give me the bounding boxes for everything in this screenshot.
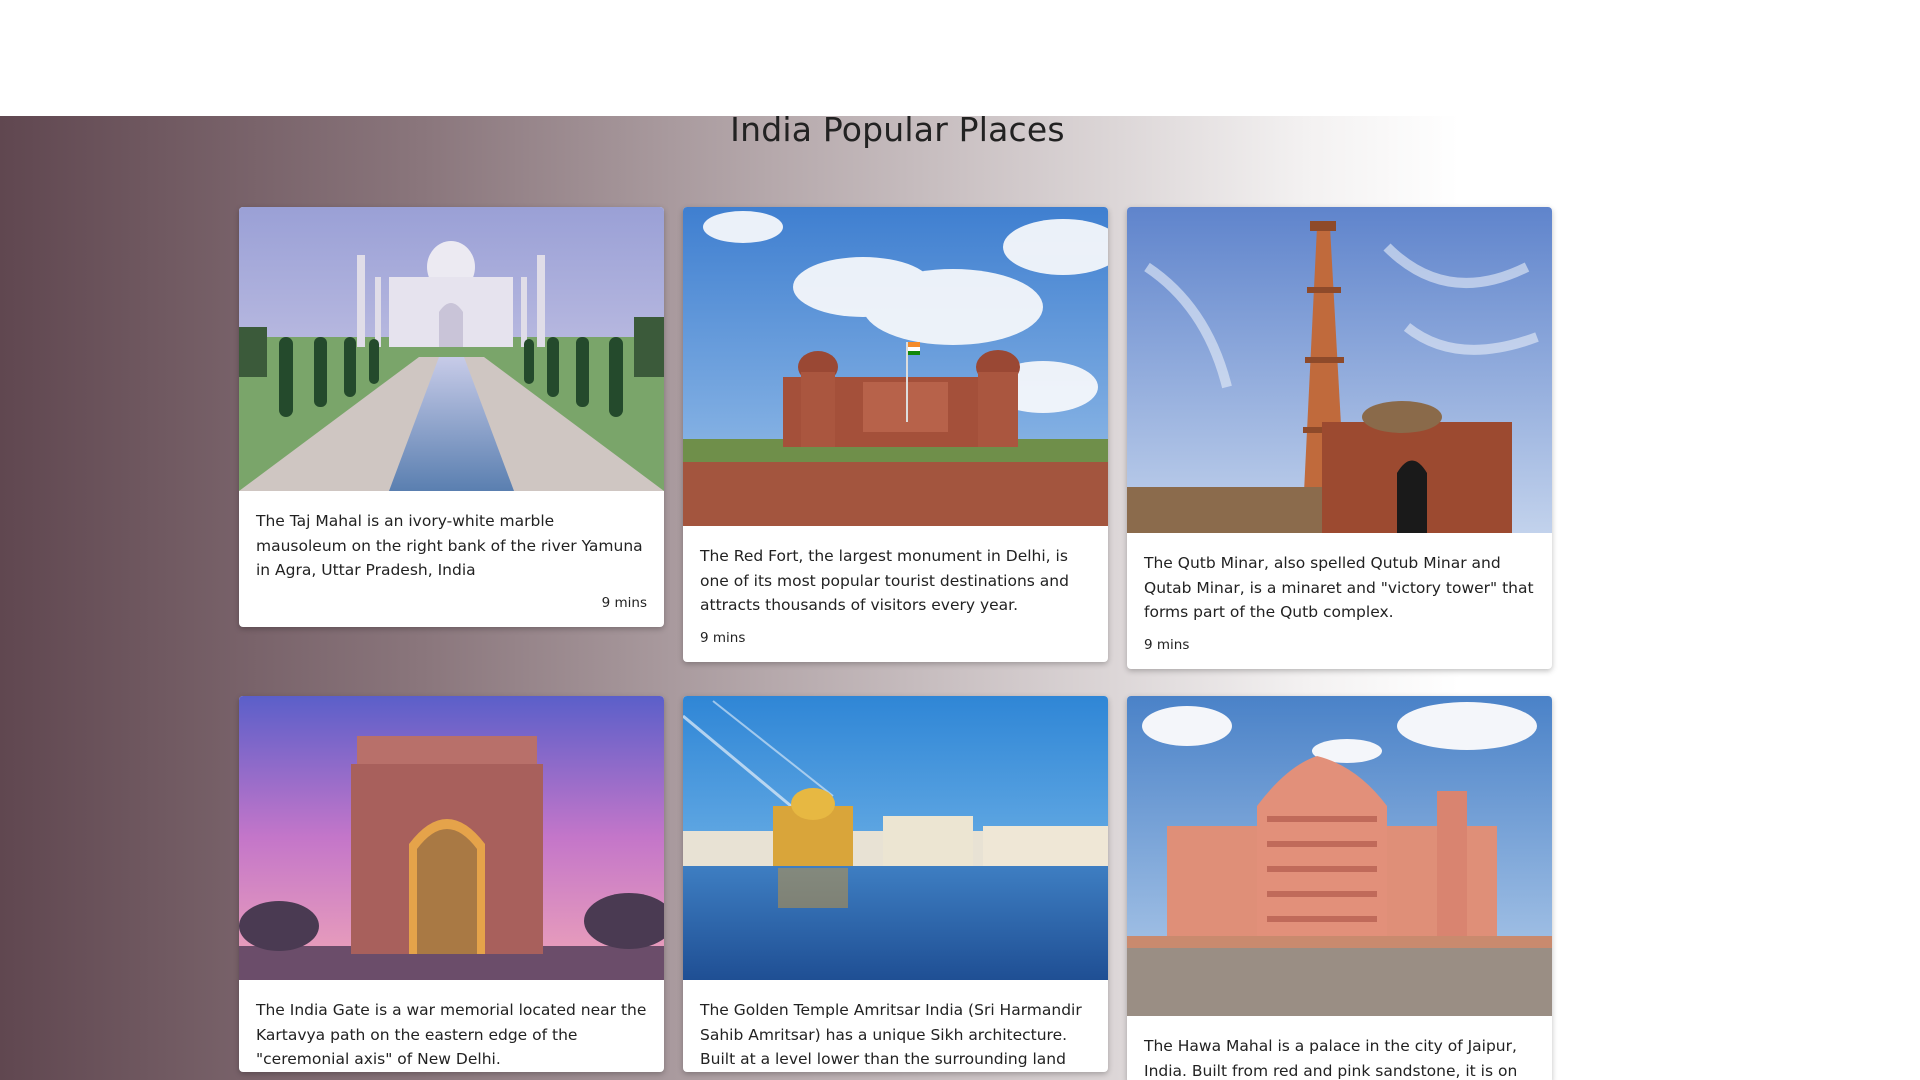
india-gate-image: [239, 696, 664, 980]
golden-temple-image: [683, 696, 1108, 980]
card-description: The Hawa Mahal is a palace in the city o…: [1144, 1037, 1518, 1080]
place-card-qutb-minar[interactable]: The Qutb Minar, also spelled Qutub Minar…: [1127, 207, 1552, 669]
place-card-red-fort[interactable]: The Red Fort, the largest monument in De…: [683, 207, 1108, 662]
place-card-golden-temple[interactable]: The Golden Temple Amritsar India (Sri Ha…: [683, 696, 1108, 1072]
page-title: India Popular Places: [730, 116, 1065, 149]
places-section: India Popular Places The Taj Mahal is an…: [0, 116, 1920, 1080]
card-description: The India Gate is a war memorial located…: [256, 1001, 647, 1068]
place-card-taj-mahal[interactable]: The Taj Mahal is an ivory-white marble m…: [239, 207, 664, 627]
card-description: The Golden Temple Amritsar India (Sri Ha…: [700, 1001, 1082, 1068]
read-time: 9 mins: [601, 594, 647, 611]
card-description: The Qutb Minar, also spelled Qutub Minar…: [1144, 554, 1534, 621]
taj-mahal-image: [239, 207, 664, 491]
read-time: 9 mins: [1144, 636, 1190, 653]
red-fort-image: [683, 207, 1108, 526]
card-description: The Taj Mahal is an ivory-white marble m…: [256, 512, 643, 579]
place-card-india-gate[interactable]: The India Gate is a war memorial located…: [239, 696, 664, 1072]
place-card-hawa-mahal[interactable]: The Hawa Mahal is a palace in the city o…: [1127, 696, 1552, 1080]
qutb-minar-image: [1127, 207, 1552, 533]
read-time: 9 mins: [700, 629, 746, 646]
top-blank-area: [0, 0, 1920, 116]
hawa-mahal-image: [1127, 696, 1552, 1016]
card-description: The Red Fort, the largest monument in De…: [700, 547, 1069, 614]
